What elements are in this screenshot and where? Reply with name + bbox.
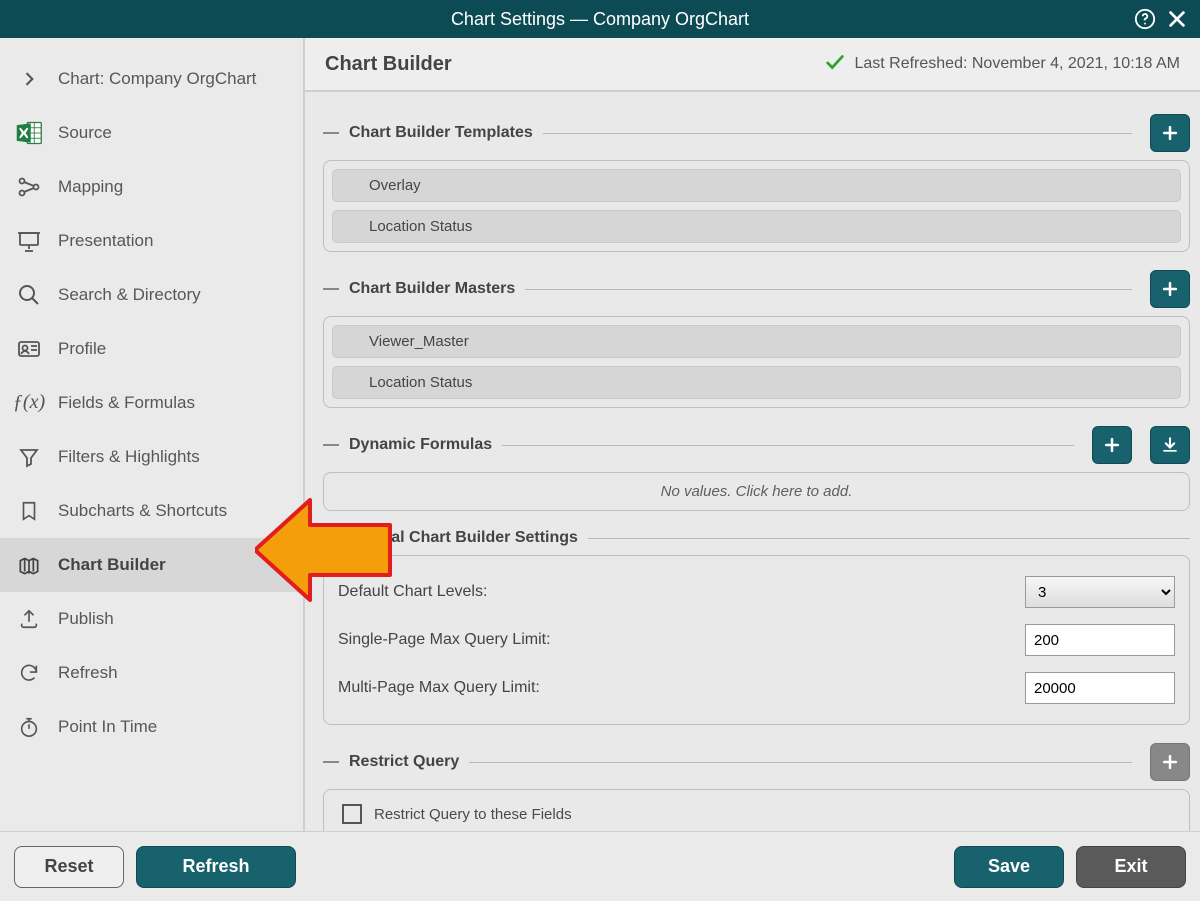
sidebar-label: Presentation <box>58 231 153 251</box>
sidebar-item-chart[interactable]: Chart: Company OrgChart <box>0 52 303 106</box>
template-row[interactable]: Location Status <box>332 210 1181 243</box>
formula-icon: ƒ(x) <box>14 388 44 418</box>
sidebar-item-point-in-time[interactable]: Point In Time <box>0 700 303 754</box>
content-header: Chart Builder Last Refreshed: November 4… <box>305 38 1200 92</box>
section-title: General Chart Builder Settings <box>345 529 578 547</box>
refresh-button[interactable]: Refresh <box>136 846 296 888</box>
sidebar: Chart: Company OrgChart Source Mapping P… <box>0 38 305 831</box>
check-icon <box>824 51 846 78</box>
sidebar-item-chart-builder[interactable]: Chart Builder <box>0 538 303 592</box>
help-icon[interactable] <box>1134 8 1156 30</box>
sidebar-item-presentation[interactable]: Presentation <box>0 214 303 268</box>
close-icon[interactable] <box>1166 8 1188 30</box>
sidebar-item-source[interactable]: Source <box>0 106 303 160</box>
template-row[interactable]: Overlay <box>332 169 1181 202</box>
sidebar-label: Chart: Company OrgChart <box>58 69 256 89</box>
section-dynamic-header: Dynamic Formulas <box>323 426 1190 464</box>
sidebar-item-publish[interactable]: Publish <box>0 592 303 646</box>
sidebar-item-filters[interactable]: Filters & Highlights <box>0 430 303 484</box>
footer: Reset Refresh Save Exit <box>0 831 1200 901</box>
section-title: Restrict Query <box>349 753 459 771</box>
restrict-checkbox-label: Restrict Query to these Fields <box>374 806 572 823</box>
collapse-icon[interactable] <box>323 288 339 290</box>
section-title: Chart Builder Masters <box>349 280 515 298</box>
sidebar-label: Refresh <box>58 663 118 683</box>
content-pane: Chart Builder Last Refreshed: November 4… <box>305 38 1200 831</box>
sidebar-item-mapping[interactable]: Mapping <box>0 160 303 214</box>
presentation-icon <box>14 226 44 256</box>
content-title: Chart Builder <box>325 53 452 76</box>
general-settings-panel: Default Chart Levels: 3 Single-Page Max … <box>323 555 1190 725</box>
master-row[interactable]: Location Status <box>332 366 1181 399</box>
titlebar: Chart Settings — Company OrgChart <box>0 0 1200 38</box>
sidebar-label: Source <box>58 123 112 143</box>
search-icon <box>14 280 44 310</box>
sidebar-label: Mapping <box>58 177 123 197</box>
sidebar-label: Publish <box>58 609 114 629</box>
sidebar-item-refresh[interactable]: Refresh <box>0 646 303 700</box>
templates-panel: Overlay Location Status <box>323 160 1190 252</box>
last-refreshed: Last Refreshed: November 4, 2021, 10:18 … <box>824 51 1180 78</box>
sidebar-item-fields[interactable]: ƒ(x) Fields & Formulas <box>0 376 303 430</box>
masters-panel: Viewer_Master Location Status <box>323 316 1190 408</box>
dynamic-empty[interactable]: No values. Click here to add. <box>323 472 1190 511</box>
add-master-button[interactable] <box>1150 270 1190 308</box>
sidebar-label: Filters & Highlights <box>58 447 200 467</box>
add-restrict-button <box>1150 743 1190 781</box>
default-levels-select[interactable]: 3 <box>1025 576 1175 608</box>
reset-button[interactable]: Reset <box>14 846 124 888</box>
sidebar-label: Point In Time <box>58 717 157 737</box>
download-formula-button[interactable] <box>1150 426 1190 464</box>
section-restrict-header: Restrict Query <box>323 743 1190 781</box>
last-refreshed-text: Last Refreshed: November 4, 2021, 10:18 … <box>854 55 1180 73</box>
collapse-icon[interactable] <box>323 761 339 763</box>
master-row[interactable]: Viewer_Master <box>332 325 1181 358</box>
section-masters-header: Chart Builder Masters <box>323 270 1190 308</box>
single-page-input[interactable] <box>1025 624 1175 656</box>
section-templates-header: Chart Builder Templates <box>323 114 1190 152</box>
add-template-button[interactable] <box>1150 114 1190 152</box>
sidebar-item-profile[interactable]: Profile <box>0 322 303 376</box>
upload-icon <box>14 604 44 634</box>
content-scroll[interactable]: Chart Builder Templates Overlay Location… <box>305 92 1200 831</box>
save-button[interactable]: Save <box>954 846 1064 888</box>
sidebar-item-search[interactable]: Search & Directory <box>0 268 303 322</box>
collapse-icon[interactable] <box>323 132 339 134</box>
sidebar-item-subcharts[interactable]: Subcharts & Shortcuts <box>0 484 303 538</box>
single-page-label: Single-Page Max Query Limit: <box>338 631 551 649</box>
section-title: Dynamic Formulas <box>349 436 492 454</box>
collapse-icon[interactable] <box>323 444 339 446</box>
section-title: Chart Builder Templates <box>349 124 533 142</box>
refresh-icon <box>14 658 44 688</box>
window-title: Chart Settings — Company OrgChart <box>451 9 749 30</box>
sidebar-label: Chart Builder <box>58 555 166 575</box>
restrict-checkbox[interactable] <box>342 804 362 824</box>
exit-button[interactable]: Exit <box>1076 846 1186 888</box>
sidebar-label: Fields & Formulas <box>58 393 195 413</box>
multi-page-input[interactable] <box>1025 672 1175 704</box>
multi-page-label: Multi-Page Max Query Limit: <box>338 679 540 697</box>
stopwatch-icon <box>14 712 44 742</box>
sidebar-label: Profile <box>58 339 106 359</box>
restrict-panel: Restrict Query to these Fields <box>323 789 1190 831</box>
sidebar-label: Subcharts & Shortcuts <box>58 501 227 521</box>
mapping-icon <box>14 172 44 202</box>
excel-icon <box>14 118 44 148</box>
sidebar-label: Search & Directory <box>58 285 201 305</box>
chevron-right-icon <box>14 64 44 94</box>
chart-builder-icon <box>14 550 44 580</box>
default-levels-label: Default Chart Levels: <box>338 583 487 601</box>
section-general-header: General Chart Builder Settings <box>345 529 1190 547</box>
filter-icon <box>14 442 44 472</box>
bookmark-icon <box>14 496 44 526</box>
profile-card-icon <box>14 334 44 364</box>
add-formula-button[interactable] <box>1092 426 1132 464</box>
